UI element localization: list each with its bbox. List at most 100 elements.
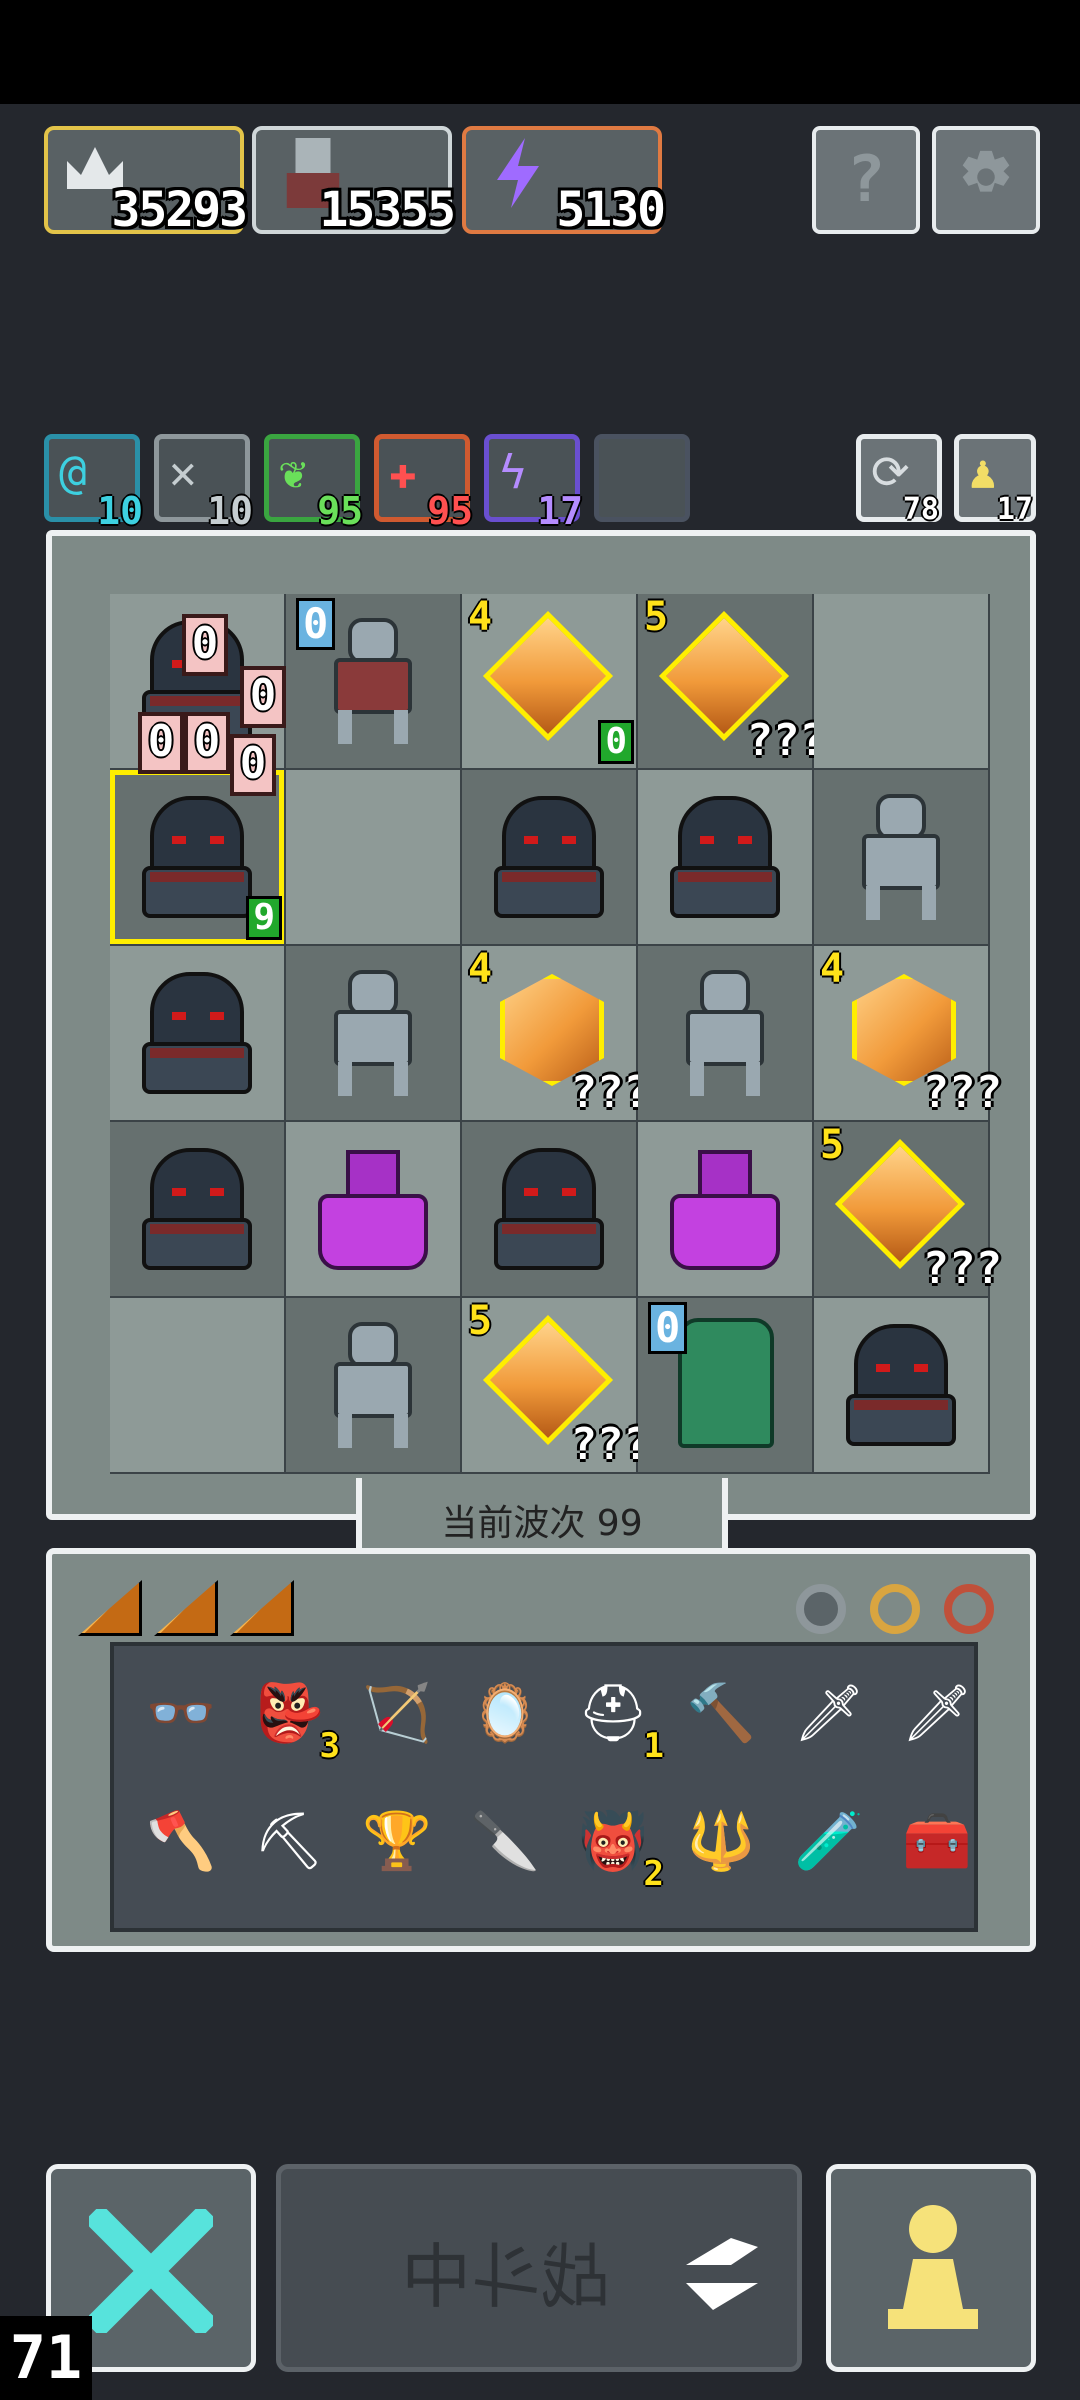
damage-number: 0 <box>230 734 276 796</box>
board-cell[interactable]: 5??? <box>638 594 826 768</box>
board-cell[interactable]: 4??? <box>462 946 650 1120</box>
purple-demon <box>312 1150 434 1270</box>
level-badge: 71 <box>0 2316 92 2400</box>
inventory-slot[interactable]: 👹 2 <box>568 1796 664 1894</box>
stat-crossed-swords[interactable]: ✕ 10 <box>154 434 253 533</box>
board-grid: 0 4 0 5??? 9 4??? 4??? 5??? 5??? 0 0 0 0 0 0 <box>110 594 1002 1474</box>
blue-sword-icon: 🗡 <box>901 1681 973 1746</box>
board-cell[interactable] <box>462 1122 636 1296</box>
inventory-slot[interactable]: 🏆 <box>352 1796 442 1886</box>
board-cell[interactable] <box>286 770 460 944</box>
hero-unit <box>138 796 256 918</box>
spear-icon: 🔱 <box>686 1809 756 1874</box>
stat-value: 17 <box>537 489 583 533</box>
inventory-slot[interactable]: 🗡 <box>784 1668 874 1758</box>
wave-label: 当前波次 99 <box>441 1503 643 1544</box>
stat-lightning[interactable]: ϟ 17 <box>484 434 583 533</box>
red-mask-icon: 👹 <box>578 1809 648 1874</box>
skeleton <box>848 794 954 920</box>
energy-count: 5130 <box>556 182 666 238</box>
inventory-slot[interactable]: 👺 3 <box>244 1668 340 1766</box>
silver-axe-icon: ⛏ <box>253 1809 325 1874</box>
board-cell[interactable] <box>462 770 636 944</box>
inventory-slot[interactable]: 🪓 <box>136 1796 226 1886</box>
board-cell[interactable]: 0 <box>638 1298 812 1472</box>
board-cell[interactable] <box>814 594 988 768</box>
settings-button[interactable] <box>932 126 1040 234</box>
inventory-slot[interactable]: 🗡 <box>892 1668 982 1758</box>
amber-gem <box>482 610 614 742</box>
board-cell[interactable] <box>110 1122 284 1296</box>
inventory-slot[interactable]: 🧰 <box>892 1796 982 1886</box>
board-cell[interactable]: 5??? <box>462 1298 650 1472</box>
inventory-slot[interactable]: 🏹 <box>352 1668 442 1758</box>
gem-level: 4 <box>468 946 493 992</box>
mirror-icon: 🪞 <box>470 1681 540 1746</box>
knight-badge: 0 <box>296 598 336 650</box>
hooded-bandit <box>138 1148 256 1270</box>
chalice-icon: 🏆 <box>362 1809 432 1874</box>
item-count: 3 <box>319 1726 340 1766</box>
damage-number: 0 <box>182 614 228 676</box>
inventory-slot[interactable]: 🔨 <box>676 1668 766 1758</box>
unknown-value: ??? <box>922 1067 1002 1118</box>
inventory-slot[interactable]: ⛑ 1 <box>568 1668 664 1766</box>
inventory-slot[interactable]: 🪞 <box>460 1668 550 1758</box>
inventory-slot[interactable]: 🔪 <box>460 1796 550 1886</box>
armor-icon <box>796 1584 846 1634</box>
inventory-slot[interactable]: 🧪 <box>784 1796 874 1886</box>
inventory-slot[interactable]: 🔱 <box>676 1796 766 1886</box>
help-button[interactable]: ? <box>812 126 920 234</box>
ring-red-icon <box>944 1584 994 1634</box>
cactus-plant <box>678 1318 774 1448</box>
swap-arrow-icon <box>686 2238 758 2310</box>
purple-demon <box>664 1150 786 1270</box>
status-bar <box>0 0 1080 104</box>
board-cell[interactable]: 5??? <box>814 1122 1002 1296</box>
board-cell[interactable] <box>286 1122 460 1296</box>
resource-energy[interactable]: 5130 <box>462 126 666 238</box>
board-cell[interactable]: 9 <box>110 770 284 944</box>
goblin-icon: 👺 <box>254 1681 324 1746</box>
goggles-icon: 👓 <box>146 1681 216 1746</box>
inventory-slot[interactable]: ⛏ <box>244 1796 334 1886</box>
board-cell[interactable] <box>638 770 812 944</box>
card-icon <box>230 1580 294 1636</box>
stat-empty-slot[interactable] <box>594 434 690 522</box>
inventory-slot[interactable]: 👓 <box>136 1668 226 1758</box>
board-cell[interactable]: 40 <box>462 594 636 768</box>
hammer-icon: 🔨 <box>686 1681 756 1746</box>
board-cell[interactable]: 0 <box>286 594 460 768</box>
gem-level: 4 <box>468 594 493 640</box>
board-cell[interactable] <box>110 946 284 1120</box>
hooded-bandit <box>138 972 256 1094</box>
armored-knight <box>320 618 426 744</box>
damage-number: 0 <box>138 712 184 774</box>
board-cell[interactable] <box>638 1122 812 1296</box>
board-cell[interactable] <box>110 1298 284 1472</box>
stat-plus[interactable]: ✚ 95 <box>374 434 473 533</box>
board-cell[interactable] <box>814 770 988 944</box>
stat-spiral[interactable]: @10 <box>44 434 143 533</box>
spiral-icon: @ <box>59 445 87 499</box>
board-cell[interactable] <box>638 946 812 1120</box>
refresh-counter[interactable]: ⟳ 78 <box>856 434 942 527</box>
stat-leaf[interactable]: ❦ 95 <box>264 434 363 533</box>
pawn-counter[interactable]: ♟ 17 <box>954 434 1036 527</box>
resource-crown[interactable]: 35293 <box>44 126 248 238</box>
pink-sword-icon: 🗡 <box>793 1681 865 1746</box>
pawn-button[interactable] <box>826 2164 1036 2372</box>
knight-count: 15355 <box>319 182 456 238</box>
battle-button[interactable]: 战斗中 <box>276 2164 802 2372</box>
chest-mimic-icon: 🧰 <box>902 1809 972 1874</box>
dagger-icon: 🔪 <box>470 1809 540 1874</box>
board-cell[interactable]: 4??? <box>814 946 1002 1120</box>
board-cell[interactable] <box>286 946 460 1120</box>
close-icon <box>89 2209 213 2333</box>
crossed-swords-icon: ✕ <box>169 445 197 499</box>
game-board: 0 4 0 5??? 9 4??? 4??? 5??? 5??? 0 0 0 0 0 0 <box>46 530 1036 1520</box>
board-cell[interactable] <box>286 1298 460 1472</box>
slingshot-icon: 🏹 <box>362 1681 432 1746</box>
resource-knight[interactable]: 15355 <box>252 126 456 238</box>
board-cell[interactable] <box>814 1298 988 1472</box>
